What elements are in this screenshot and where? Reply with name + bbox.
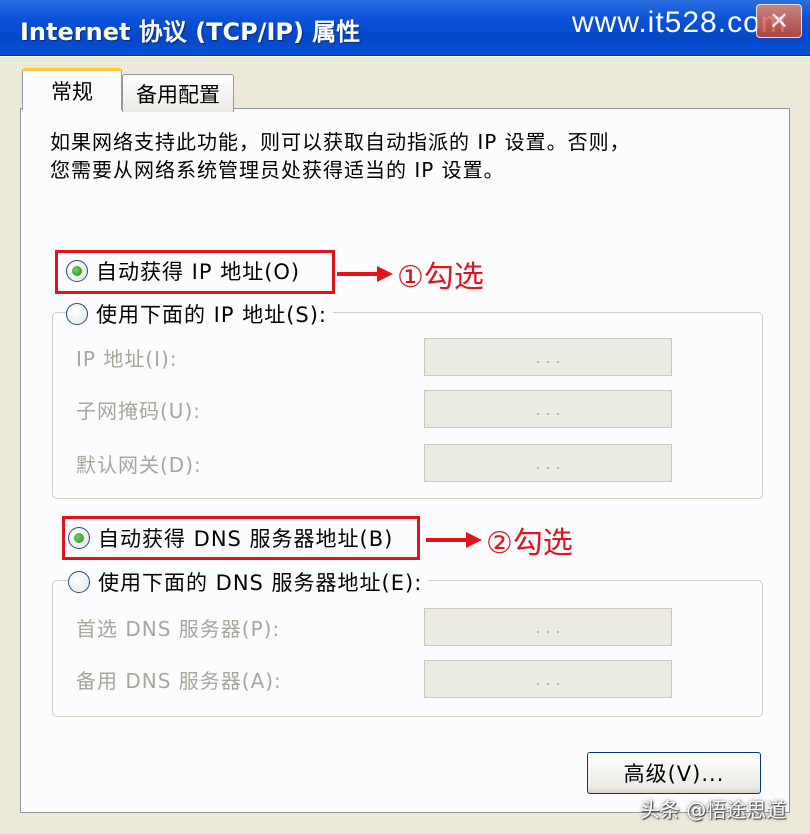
annotation-2: ②勾选 xyxy=(426,518,573,562)
title-bar: Internet 协议 (TCP/IP) 属性 www.it528.com ✕ xyxy=(0,0,810,56)
alternate-dns-label: 备用 DNS 服务器(A): xyxy=(76,669,282,693)
close-icon[interactable]: ✕ xyxy=(756,4,802,38)
auto-dns-radio-option[interactable]: 自动获得 DNS 服务器地址(B) xyxy=(68,523,400,553)
source-watermark: 头条 @悟途思道 xyxy=(640,798,787,822)
annotation-1-text: ①勾选 xyxy=(397,260,484,295)
auto-dns-label[interactable]: 自动获得 DNS 服务器地址(B) xyxy=(98,523,393,553)
auto-ip-radio-option[interactable]: 自动获得 IP 地址(O) xyxy=(66,256,307,286)
auto-ip-label[interactable]: 自动获得 IP 地址(O) xyxy=(96,256,300,286)
description-text: 如果网络支持此功能，则可以获取自动指派的 IP 设置。否则， 您需要从网络系统管… xyxy=(50,128,750,184)
tab-alternate-config[interactable]: 备用配置 xyxy=(122,74,234,112)
annotation-1: ①勾选 xyxy=(337,252,484,296)
tab-general[interactable]: 常规 xyxy=(22,68,122,110)
site-watermark: www.it528.com xyxy=(572,6,787,39)
alternate-dns-value: . . . xyxy=(535,669,561,689)
auto-dns-radio[interactable] xyxy=(68,527,90,549)
window-title: Internet 协议 (TCP/IP) 属性 xyxy=(20,18,361,46)
description-line-2: 您需要从网络系统管理员处获得适当的 IP 设置。 xyxy=(50,158,505,182)
annotation-2-text: ②勾选 xyxy=(486,526,573,561)
description-line-1: 如果网络支持此功能，则可以获取自动指派的 IP 设置。否则， xyxy=(50,130,631,154)
subnet-mask-field[interactable]: . . . xyxy=(424,390,672,428)
advanced-button[interactable]: 高级(V)... xyxy=(587,752,761,794)
default-gateway-value: . . . xyxy=(535,453,561,473)
arrow-right-icon xyxy=(337,266,393,282)
default-gateway-field[interactable]: . . . xyxy=(424,444,672,482)
manual-dns-radio[interactable] xyxy=(68,571,90,593)
ip-address-value: . . . xyxy=(535,347,561,367)
alternate-dns-field[interactable]: . . . xyxy=(424,660,672,698)
manual-ip-radio[interactable] xyxy=(66,303,88,325)
default-gateway-label: 默认网关(D): xyxy=(76,453,202,477)
manual-ip-radio-option[interactable]: 使用下面的 IP 地址(S): xyxy=(66,299,333,329)
ip-address-label: IP 地址(I): xyxy=(76,347,178,371)
subnet-mask-label: 子网掩码(U): xyxy=(76,399,201,423)
arrow-right-icon xyxy=(426,532,482,548)
preferred-dns-label: 首选 DNS 服务器(P): xyxy=(76,617,281,641)
preferred-dns-field[interactable]: . . . xyxy=(424,608,672,646)
preferred-dns-value: . . . xyxy=(535,617,561,637)
manual-dns-radio-option[interactable]: 使用下面的 DNS 服务器地址(E): xyxy=(68,567,429,597)
manual-ip-label[interactable]: 使用下面的 IP 地址(S): xyxy=(96,299,327,329)
subnet-mask-value: . . . xyxy=(535,399,561,419)
auto-ip-radio[interactable] xyxy=(66,260,88,282)
ip-address-field[interactable]: . . . xyxy=(424,338,672,376)
manual-dns-label[interactable]: 使用下面的 DNS 服务器地址(E): xyxy=(98,567,422,597)
